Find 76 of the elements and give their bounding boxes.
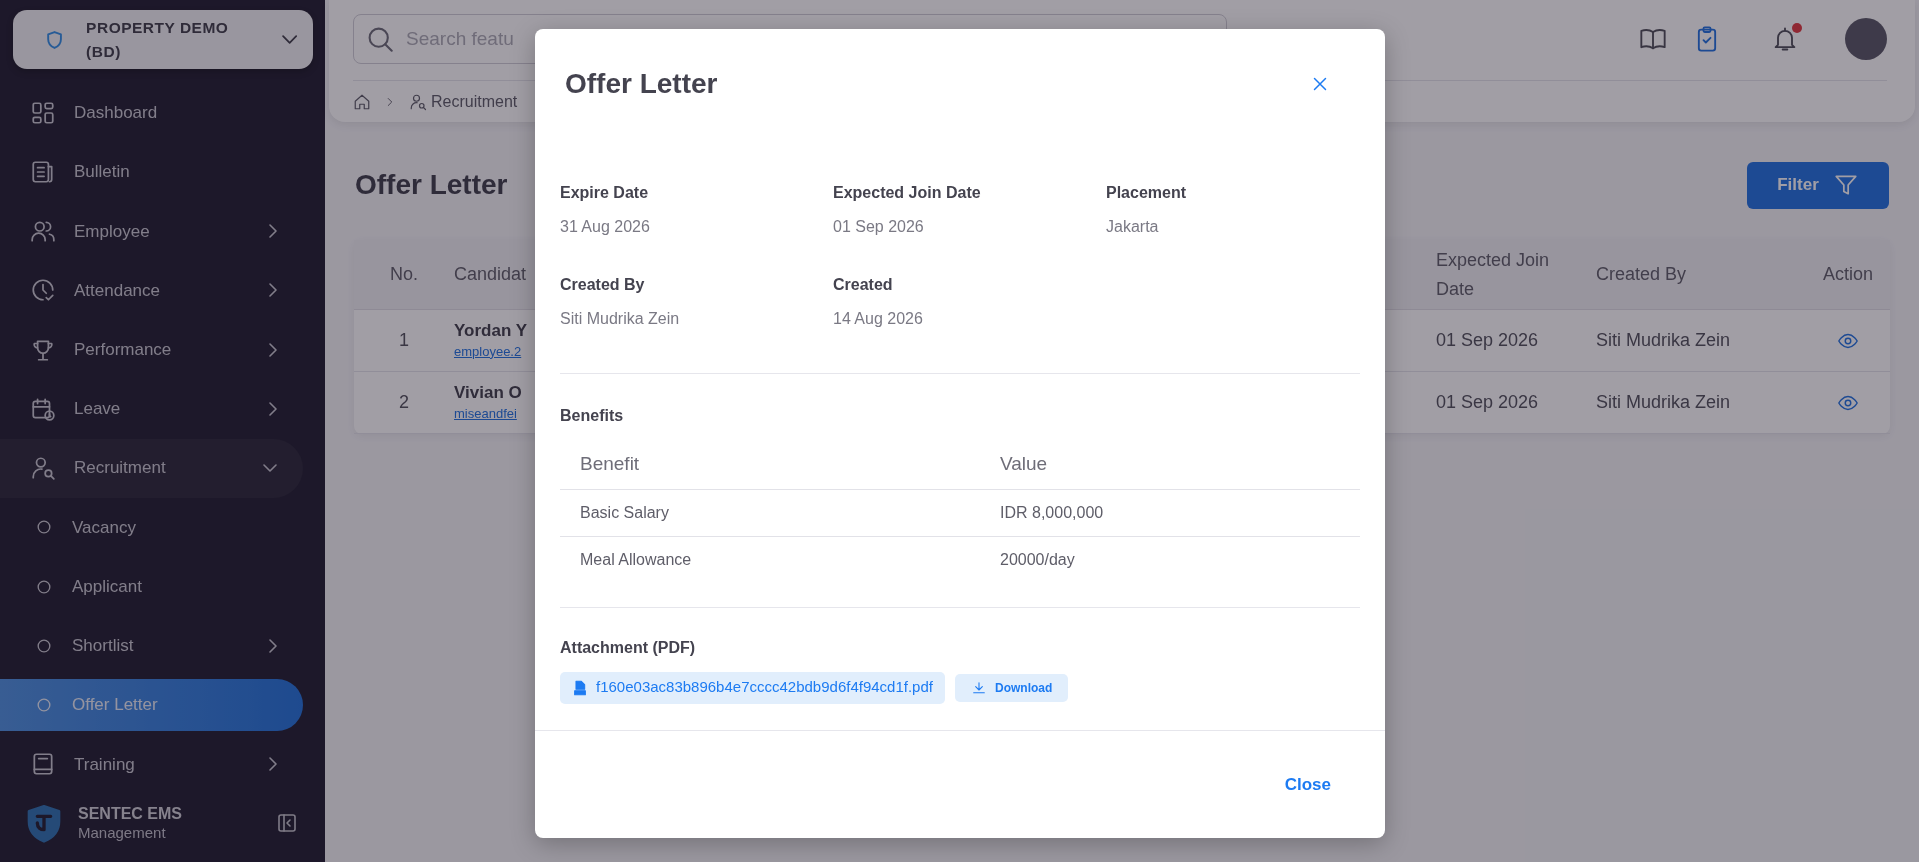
field-label: Created [833, 275, 894, 295]
sidebar-item[interactable]: Dashboard [0, 83, 303, 143]
chevron-right-icon [269, 342, 277, 357]
shield-logo-icon [45, 29, 65, 50]
sidebar-item[interactable]: Leave [0, 379, 303, 439]
user-search-icon [30, 455, 56, 482]
table-cell-text: IDR 8,000,000 [999, 502, 1105, 523]
table-cell: 2 [354, 372, 454, 434]
column-header: Benefit [579, 452, 641, 476]
candidate-email[interactable]: employee.2 [454, 341, 522, 362]
attachment-link[interactable]: f160e03ac83b896b4e7cccc42bdb9d6f4f94cd1f.pdf [560, 671, 945, 704]
table-cell-text: 20000/day [999, 549, 1076, 570]
chevron-right-icon [269, 757, 277, 772]
field-value: Siti Mudrika Zein [560, 309, 681, 329]
chevron-right-icon [269, 401, 277, 416]
collapse-sidebar-icon[interactable] [275, 811, 299, 835]
sidebar-subitem[interactable]: Applicant [0, 556, 303, 617]
table-cell: 01 Sep 2026 [1436, 372, 1596, 434]
newspaper-icon [30, 159, 56, 186]
table-cell-text: Basic Salary [579, 502, 670, 523]
section-title: Attachment (PDF) [560, 637, 697, 658]
chevron-right-icon [269, 283, 277, 298]
chevron-right-icon [269, 224, 277, 239]
download-button[interactable]: Download [954, 673, 1069, 702]
company-name: PROPERTY DEMO (BD) [86, 18, 230, 62]
column-header: No. [354, 240, 454, 310]
grid-icon [30, 99, 56, 126]
calendar-icon [30, 395, 56, 422]
company-switcher[interactable]: PROPERTY DEMO (BD) [13, 10, 313, 70]
sidebar-item[interactable]: Bulletin [0, 142, 303, 202]
table-cell: 1 [354, 310, 454, 372]
sidebar-item[interactable]: Employee [0, 201, 303, 261]
clock-icon [30, 277, 56, 304]
sidebar-item[interactable]: Performance [0, 320, 303, 380]
avatar[interactable] [1845, 18, 1887, 60]
section-title: Benefits [560, 406, 625, 426]
chevron-down-icon [263, 464, 277, 473]
chevron-right-icon [269, 638, 277, 653]
field-value: 14 Aug 2026 [833, 309, 924, 329]
sidebar-subitem[interactable]: Offer Letter [0, 679, 303, 731]
sidebar-item[interactable]: Recruitment [0, 438, 303, 498]
dialog-title: Offer Letter [565, 67, 718, 101]
candidate-name: Vivian O [454, 381, 522, 404]
pdf-file-icon [572, 678, 588, 697]
page-title: Offer Letter [355, 168, 508, 202]
field-label: Expire Date [560, 183, 650, 203]
table-cell: Siti Mudrika Zein [1596, 372, 1806, 434]
field-label: Placement [1106, 183, 1188, 203]
filter-button[interactable]: Filter [1747, 161, 1889, 209]
home-icon[interactable] [353, 92, 371, 111]
candidate-name: Yordan Y [454, 319, 528, 342]
brand-subtitle: Management [78, 823, 167, 842]
field-value: 31 Aug 2026 [560, 217, 651, 237]
chevron-down-icon [281, 35, 297, 45]
sidebar-subitem[interactable]: Shortlist [0, 616, 303, 676]
download-icon [970, 679, 987, 696]
book-icon [30, 751, 56, 778]
brand-name: SENTEC EMS [78, 804, 183, 824]
column-header: Value [999, 452, 1049, 476]
field-label: Created By [560, 275, 646, 295]
field-value: 01 Sep 2026 [833, 217, 925, 237]
breadcrumb-link[interactable]: Recruitment [409, 89, 518, 114]
column-header: Action [1806, 240, 1890, 310]
close-button[interactable]: Close [1278, 770, 1337, 799]
sidebar-item[interactable]: Training [0, 734, 303, 794]
search-icon [367, 26, 393, 52]
column-header: Expected Join Date [1436, 240, 1596, 310]
user-search-icon [409, 92, 427, 111]
candidate-email[interactable]: miseandfei [454, 403, 517, 424]
sidebar-item[interactable]: Attendance [0, 260, 303, 321]
column-header: Created By [1596, 240, 1806, 310]
field-value: Jakarta [1106, 217, 1160, 237]
table-cell-text: Meal Allowance [579, 549, 693, 570]
table-cell: 01 Sep 2026 [1436, 310, 1596, 372]
field-label: Expected Join Date [833, 183, 982, 203]
table-cell: Siti Mudrika Zein [1596, 310, 1806, 372]
